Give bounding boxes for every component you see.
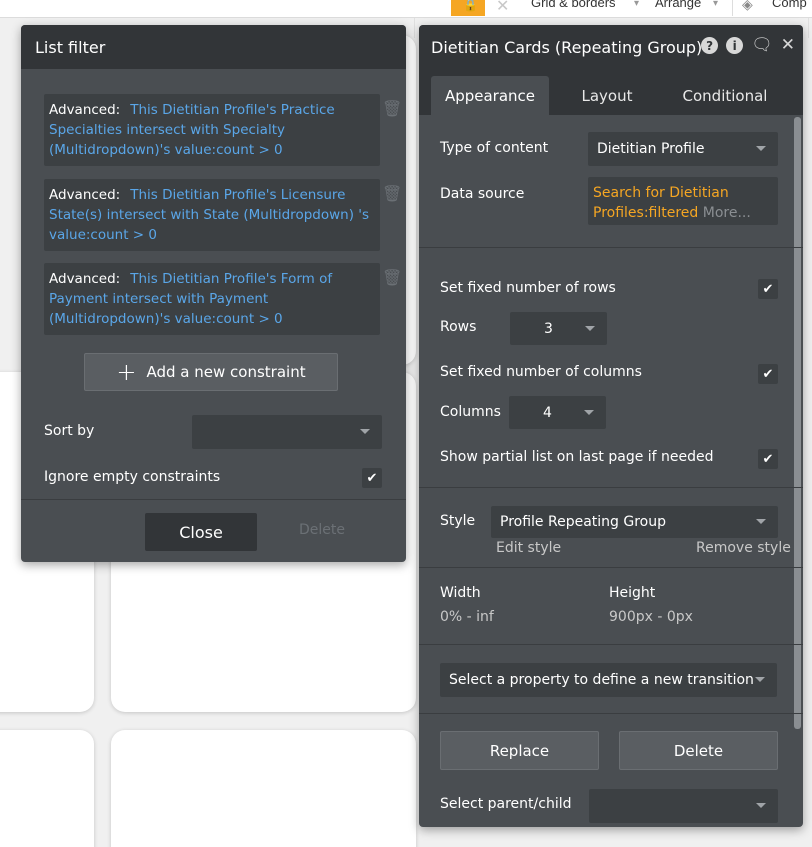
chevron-down-icon: ▾ — [713, 0, 719, 9]
components-menu[interactable]: Comp — [772, 0, 807, 10]
divider — [21, 499, 406, 500]
chevron-down-icon — [756, 519, 766, 524]
delete-button[interactable]: Delete — [299, 522, 345, 538]
style-value: Profile Repeating Group — [500, 514, 666, 530]
chevron-down-icon — [585, 325, 595, 331]
data-source-expression: Search for Dietitian — [593, 185, 729, 201]
checkmark-icon: ✔ — [366, 470, 378, 486]
type-of-content-label: Type of content — [440, 140, 549, 156]
dietitian-card[interactable] — [0, 730, 94, 847]
checkmark-icon: ✔ — [762, 451, 774, 467]
constraint-prefix: Advanced: — [49, 187, 121, 203]
scrollbar[interactable] — [794, 117, 801, 729]
header-icons: ? i 🗨 ✕ — [701, 37, 795, 54]
component-icon: ◈ — [742, 0, 753, 13]
list-filter-title: List filter — [21, 25, 406, 69]
fixed-rows-checkbox[interactable]: ✔ — [758, 279, 778, 299]
help-icon[interactable]: ? — [701, 37, 719, 54]
trash-icon[interactable]: 🗑 — [382, 184, 402, 203]
sort-by-dropdown[interactable] — [192, 415, 382, 449]
info-icon[interactable]: i — [726, 37, 744, 54]
constraint-prefix: Advanced: — [49, 102, 121, 118]
comment-icon[interactable]: 🗨 — [751, 37, 773, 54]
grid-line — [808, 18, 809, 38]
more-link[interactable]: More... — [703, 205, 751, 221]
columns-label: Columns — [440, 404, 501, 420]
grid-line — [414, 18, 415, 38]
close-icon[interactable]: ✕ — [496, 0, 509, 15]
constraint-1[interactable]: Advanced: This Dietitian Profile's Practi… — [44, 94, 380, 166]
close-button[interactable]: Close — [145, 513, 257, 551]
trash-icon[interactable]: 🗑 — [382, 268, 402, 287]
tab-bar: Appearance Layout Conditional — [419, 69, 803, 115]
columns-dropdown[interactable]: 4 — [509, 396, 606, 429]
divider — [419, 644, 803, 645]
width-label: Width — [440, 585, 481, 601]
add-constraint-label: Add a new constraint — [146, 363, 306, 381]
list-filter-panel: List filter Advanced: This Dietitian Prof… — [21, 25, 406, 562]
remove-style-link[interactable]: Remove style — [696, 540, 791, 556]
columns-value: 4 — [543, 404, 552, 421]
trash-icon[interactable]: 🗑 — [382, 99, 402, 118]
edit-style-link[interactable]: Edit style — [496, 540, 561, 556]
transition-placeholder: Select a property to define a new transi… — [449, 672, 754, 688]
checkmark-icon: ✔ — [762, 366, 774, 382]
rows-dropdown[interactable]: 3 — [510, 312, 607, 345]
height-value: 900px - 0px — [609, 609, 693, 625]
chevron-down-icon — [755, 677, 765, 682]
divider — [419, 247, 803, 248]
select-parent-dropdown[interactable] — [589, 789, 778, 823]
constraint-3[interactable]: Advanced: This Dietitian Profile's Form o… — [44, 263, 380, 335]
grid-borders-menu[interactable]: Grid & borders — [531, 0, 616, 10]
transition-dropdown[interactable]: Select a property to define a new transi… — [440, 663, 777, 697]
partial-list-label: Show partial list on last page if needed — [440, 449, 714, 465]
data-source-label: Data source — [440, 186, 525, 202]
width-value: 0% - inf — [440, 609, 494, 625]
divider — [419, 487, 803, 488]
data-source-field[interactable]: Search for Dietitian Profiles:filtered M… — [588, 177, 778, 225]
fixed-columns-label: Set fixed number of columns — [440, 364, 642, 380]
tab-conditional[interactable]: Conditional — [671, 76, 779, 115]
replace-button[interactable]: Replace — [440, 731, 599, 770]
constraint-2[interactable]: Advanced: This Dietitian Profile's Licens… — [44, 179, 380, 251]
style-label: Style — [440, 513, 476, 529]
close-icon[interactable]: ✕ — [781, 37, 795, 54]
chevron-down-icon — [756, 803, 766, 808]
ignore-empty-label: Ignore empty constraints — [44, 469, 221, 485]
fixed-columns-checkbox[interactable]: ✔ — [758, 364, 778, 384]
chevron-down-icon: ▾ — [634, 0, 640, 9]
sort-by-label: Sort by — [44, 423, 95, 439]
divider — [419, 713, 803, 714]
type-of-content-value: Dietitian Profile — [597, 141, 705, 157]
top-toolbar: 🔒 ✕ Grid & borders ▾ Arrange ▾ ◈ Comp — [0, 0, 812, 18]
type-of-content-dropdown[interactable]: Dietitian Profile — [588, 132, 778, 166]
divider — [419, 567, 803, 568]
select-parent-label: Select parent/child — [440, 796, 572, 812]
property-editor-panel: Dietitian Cards (Repeating Group) ? i 🗨 … — [419, 25, 803, 827]
add-constraint-button[interactable]: + Add a new constraint — [84, 353, 338, 391]
checkmark-icon: ✔ — [762, 281, 774, 297]
constraint-prefix: Advanced: — [49, 271, 121, 287]
dietitian-card[interactable] — [111, 730, 416, 847]
chevron-down-icon — [584, 409, 594, 415]
rows-label: Rows — [440, 319, 477, 335]
tab-layout[interactable]: Layout — [559, 76, 655, 115]
chevron-down-icon — [756, 146, 766, 151]
lock-button[interactable]: 🔒 — [451, 0, 485, 16]
partial-list-checkbox[interactable]: ✔ — [758, 449, 778, 469]
style-dropdown[interactable]: Profile Repeating Group — [491, 506, 778, 538]
delete-element-button[interactable]: Delete — [619, 731, 778, 770]
plus-icon: + — [116, 358, 137, 386]
rows-value: 3 — [544, 320, 553, 337]
lock-icon: 🔒 — [463, 0, 478, 12]
fixed-rows-label: Set fixed number of rows — [440, 280, 616, 296]
chevron-down-icon — [360, 429, 370, 434]
height-label: Height — [609, 585, 656, 601]
tab-appearance[interactable]: Appearance — [431, 76, 549, 115]
data-source-expression: Profiles:filtered — [593, 205, 699, 221]
toolbar-divider — [732, 0, 733, 16]
ignore-empty-checkbox[interactable]: ✔ — [362, 468, 382, 488]
arrange-menu[interactable]: Arrange — [655, 0, 701, 10]
